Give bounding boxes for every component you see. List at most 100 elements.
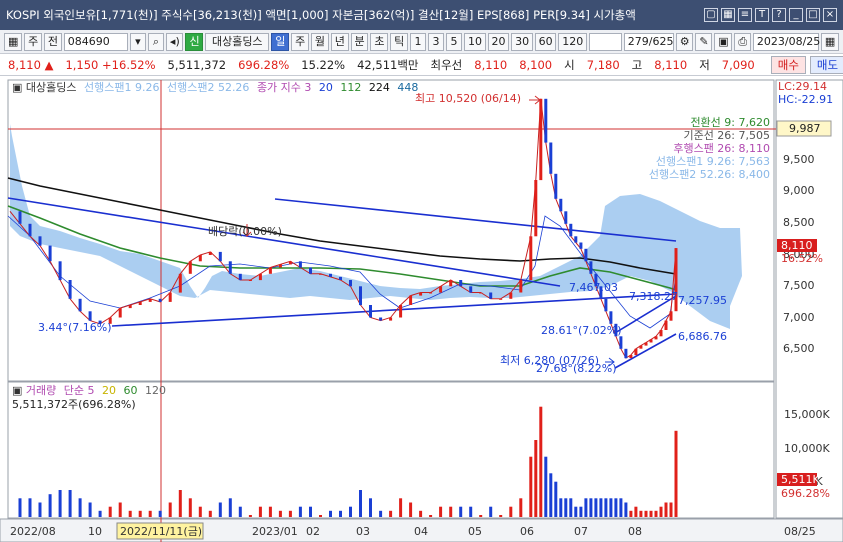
volume-bar: [18, 498, 22, 517]
minute-3[interactable]: 3: [427, 32, 444, 51]
hts-chart-window: KOSPI 외국인보유[1,771(천)] 주식수[36,213(천)] 액면[…: [0, 0, 843, 542]
candle: [329, 273, 332, 277]
period-month[interactable]: 월: [310, 32, 329, 51]
volume-bar: [128, 510, 132, 517]
candle: [188, 261, 192, 274]
volume-bar: [188, 498, 192, 517]
high-annotation: 최고 10,520 (06/14): [415, 92, 521, 105]
period-week[interactable]: 주: [291, 32, 309, 51]
indicator-icon[interactable]: ⚙: [675, 32, 694, 51]
minute-1[interactable]: 1: [409, 32, 426, 51]
legend-box-icon: ▣: [12, 81, 26, 94]
font-icon[interactable]: T: [755, 8, 769, 22]
period-second[interactable]: 초: [370, 32, 389, 51]
code-dropdown-icon[interactable]: ▾: [129, 32, 146, 51]
period-year[interactable]: 년: [330, 32, 349, 51]
candle: [389, 317, 393, 321]
candle: [634, 348, 638, 356]
calendar-icon[interactable]: ▦: [820, 32, 839, 51]
candle: [579, 242, 583, 249]
speaker-icon[interactable]: ◂): [165, 32, 184, 51]
lc-label: LC:29.14: [778, 80, 827, 93]
legend-ma112: 112: [340, 81, 361, 94]
volume-tick: 15,000K: [784, 408, 830, 421]
toolbar: ▦ 주 전 084690 ▾ ⌕ ◂) 신 대상홀딩스 일 주 월 년 분 초 …: [0, 30, 843, 54]
code-input[interactable]: 084690: [63, 32, 128, 51]
candle: [248, 280, 252, 281]
minute-60[interactable]: 60: [534, 32, 557, 51]
volume-bar: [499, 515, 503, 517]
date-input[interactable]: 2023/08/25: [752, 32, 820, 51]
candle: [459, 280, 463, 287]
candle: [554, 173, 558, 199]
volume-bar: [88, 502, 92, 517]
volume-bar: [479, 515, 483, 517]
volume-bar: [529, 456, 533, 517]
candle: [509, 292, 513, 299]
period-minute[interactable]: 분: [350, 32, 369, 51]
interval-input[interactable]: [588, 32, 622, 51]
candle: [569, 223, 573, 237]
candle: [564, 211, 568, 224]
close-icon[interactable]: ×: [823, 8, 837, 22]
candle: [349, 280, 352, 287]
save-icon[interactable]: ▢: [704, 8, 718, 22]
last-volume-text: 5,511K: [781, 473, 820, 486]
draw-icon[interactable]: ✎: [695, 32, 713, 51]
minute-20[interactable]: 20: [487, 32, 510, 51]
minimize-icon[interactable]: _: [789, 8, 803, 22]
save-chart-icon[interactable]: ▣: [714, 32, 733, 51]
candle: [499, 298, 503, 300]
stock-chart[interactable]: ▣ 대상홀딩스 선행스팬1 9.26 선행스팬2 52.26 종가 지수 3 2…: [0, 76, 843, 542]
period-day[interactable]: 일: [271, 32, 290, 51]
volume-bar: [48, 494, 52, 517]
candle: [238, 273, 242, 281]
volume-ma60: 60: [124, 384, 138, 397]
volume-bar: [218, 502, 222, 517]
title-bar: KOSPI 외국인보유[1,771(천)] 주식수[36,213(천)] 액면[…: [0, 0, 843, 30]
market-select[interactable]: 주: [24, 32, 42, 51]
last-volume-pct: 696.28%: [781, 487, 830, 500]
minute-120[interactable]: 120: [558, 32, 587, 51]
candle: [544, 98, 548, 143]
maximize-icon[interactable]: □: [806, 8, 820, 22]
help-icon[interactable]: ?: [772, 8, 786, 22]
volume-bar: [539, 406, 543, 517]
minute-10[interactable]: 10: [463, 32, 486, 51]
volume-bar: [148, 510, 152, 517]
grid-icon[interactable]: ▦: [721, 8, 735, 22]
volume-bar: [228, 498, 232, 517]
candle: [379, 317, 383, 321]
buy-button[interactable]: 매수: [770, 55, 806, 74]
stock-name-display: 대상홀딩스: [205, 32, 270, 51]
price-change: 1,150 +16.52%: [65, 57, 156, 72]
volume-bar: [118, 502, 122, 517]
candle: [589, 261, 593, 274]
list-icon[interactable]: ≡: [738, 8, 752, 22]
candle: [228, 261, 232, 274]
candle: [218, 251, 222, 262]
print-icon[interactable]: ⎙: [734, 32, 751, 51]
minute-30[interactable]: 30: [511, 32, 533, 51]
candle: [644, 342, 648, 346]
volume-bar: [629, 510, 633, 517]
volume-bar: [268, 506, 272, 517]
open-label: 시: [564, 57, 575, 72]
volume-bar: [38, 502, 42, 517]
market-type-select[interactable]: 전: [43, 32, 62, 51]
volume-bar: [459, 506, 463, 517]
period-tick[interactable]: 틱: [390, 32, 408, 51]
legend-row: ▣ 대상홀딩스 선행스팬1 9.26 선행스팬2 52.26 종가 지수 3 2…: [12, 81, 418, 94]
volume-bar: [579, 506, 583, 517]
candle: [339, 276, 342, 280]
minute-5[interactable]: 5: [445, 32, 462, 51]
low-price: 7,090: [721, 57, 755, 72]
date-tick: 06: [520, 525, 534, 538]
price-tick: 9,000: [783, 184, 815, 197]
search-icon[interactable]: ⌕: [147, 32, 164, 51]
sell-button[interactable]: 매도: [809, 55, 843, 74]
candle: [128, 305, 132, 309]
candle: [288, 261, 292, 265]
high-price: 8,110: [654, 57, 688, 72]
layout-grid-icon[interactable]: ▦: [4, 32, 23, 51]
